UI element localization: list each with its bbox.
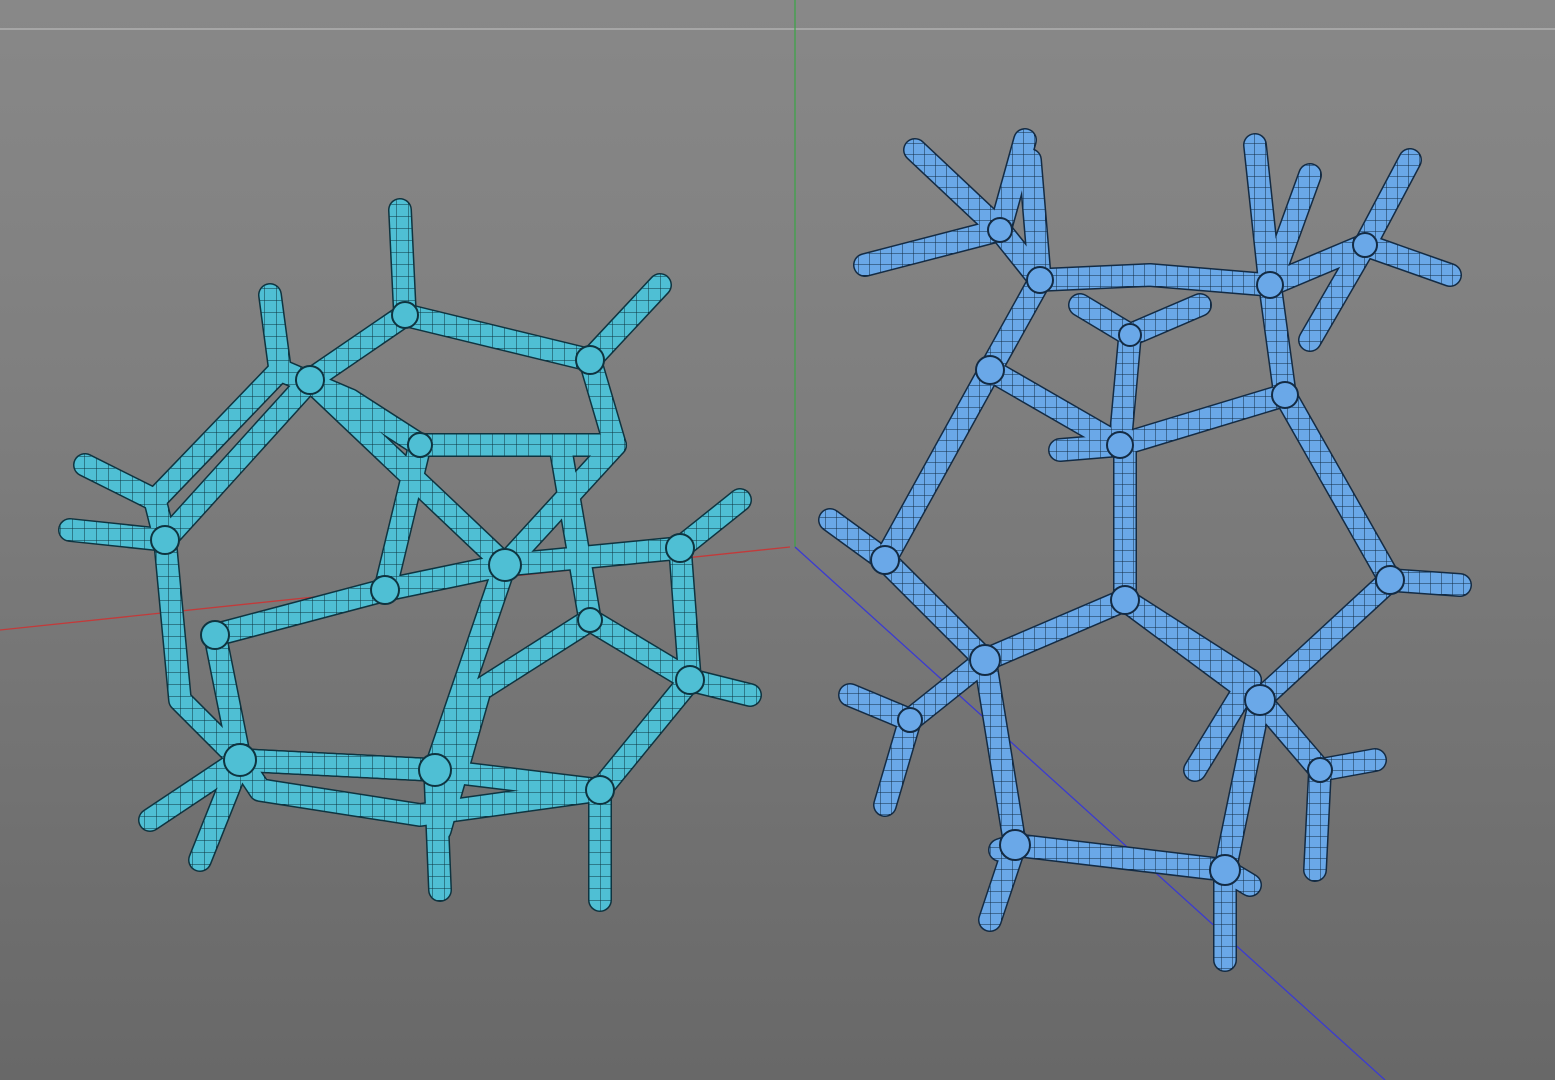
3d-viewport[interactable] bbox=[0, 0, 1555, 1080]
dodecahedron-mesh[interactable] bbox=[58, 198, 762, 912]
open-cage-mesh[interactable] bbox=[818, 128, 1472, 972]
viewport-scene[interactable] bbox=[0, 0, 1555, 1080]
